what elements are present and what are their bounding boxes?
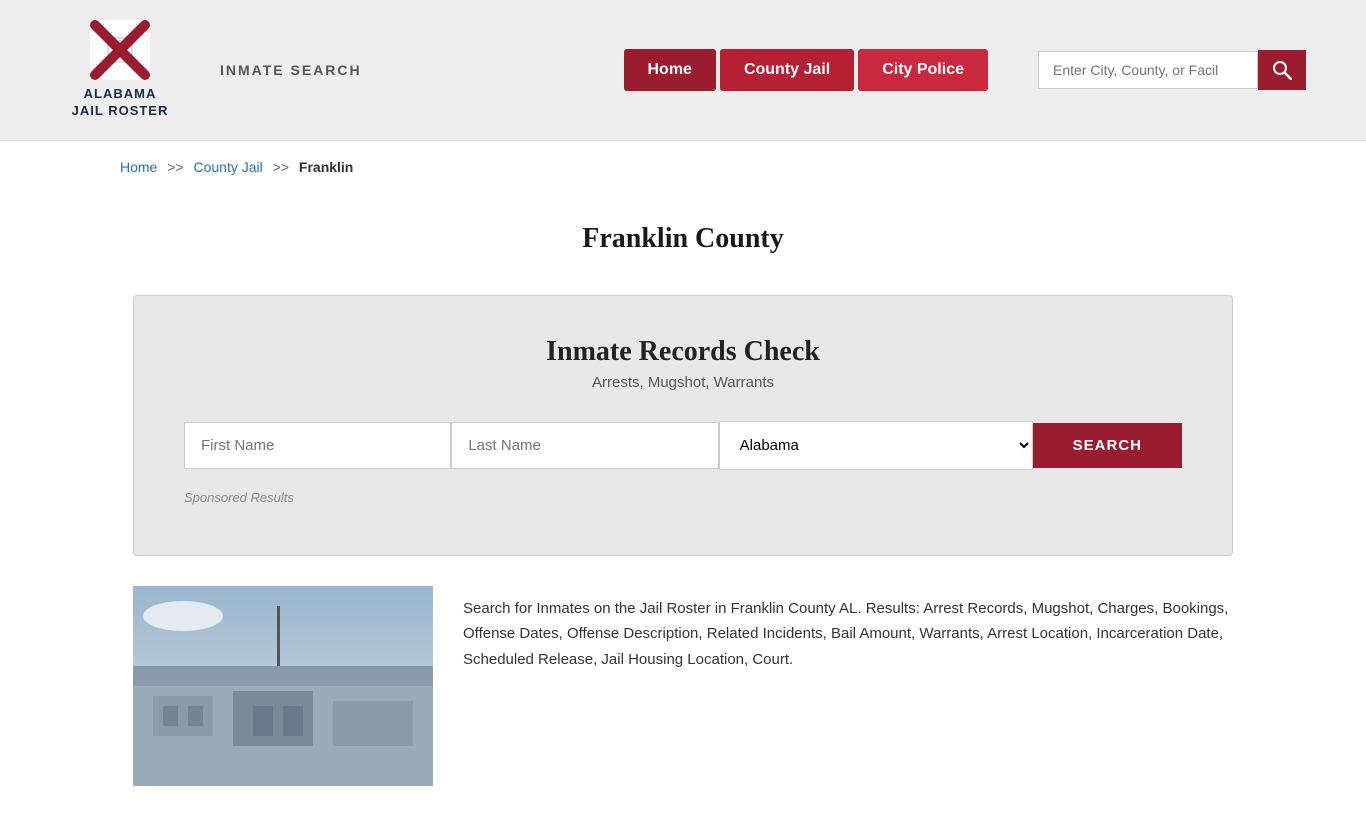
search-icon [1272,60,1292,80]
records-search-form: Alabama Alaska Arizona Arkansas Californ… [184,421,1182,470]
records-subtitle: Arrests, Mugshot, Warrants [184,374,1182,391]
main-nav: Home County Jail City Police [624,49,989,91]
site-header: ALABAMA JAIL ROSTER INMATE SEARCH Home C… [0,0,1366,141]
page-title-section: Franklin County [60,193,1306,275]
nav-home-button[interactable]: Home [624,49,716,91]
main-content: Home >> County Jail >> Franklin Franklin… [0,141,1366,826]
logo-svg [90,20,150,80]
logo-icon [90,20,150,80]
records-check-box: Inmate Records Check Arrests, Mugshot, W… [133,295,1233,556]
header-search-input[interactable] [1038,51,1258,89]
first-name-input[interactable] [184,422,451,469]
logo-text: ALABAMA JAIL ROSTER [72,86,169,120]
facility-image [133,586,433,786]
inmate-search-label: INMATE SEARCH [220,62,362,78]
records-search-button[interactable]: SEARCH [1033,423,1182,468]
breadcrumb: Home >> County Jail >> Franklin [60,141,1306,193]
breadcrumb-sep-2: >> [273,159,289,175]
breadcrumb-sep-1: >> [167,159,183,175]
breadcrumb-home-link[interactable]: Home [120,159,157,175]
logo-area: ALABAMA JAIL ROSTER [60,20,180,120]
nav-county-jail-button[interactable]: County Jail [720,49,854,91]
content-section: Search for Inmates on the Jail Roster in… [133,586,1233,826]
state-select[interactable]: Alabama Alaska Arizona Arkansas Californ… [719,421,1033,470]
sponsored-label: Sponsored Results [184,490,1182,505]
clouds [143,601,223,631]
last-name-input[interactable] [451,422,718,469]
breadcrumb-current: Franklin [299,159,353,175]
header-search-button[interactable] [1258,50,1306,90]
page-title: Franklin County [60,223,1306,255]
header-search [1038,50,1306,90]
records-title: Inmate Records Check [184,336,1182,368]
breadcrumb-county-jail-link[interactable]: County Jail [194,159,263,175]
nav-city-police-button[interactable]: City Police [858,49,988,91]
content-description: Search for Inmates on the Jail Roster in… [463,586,1233,786]
